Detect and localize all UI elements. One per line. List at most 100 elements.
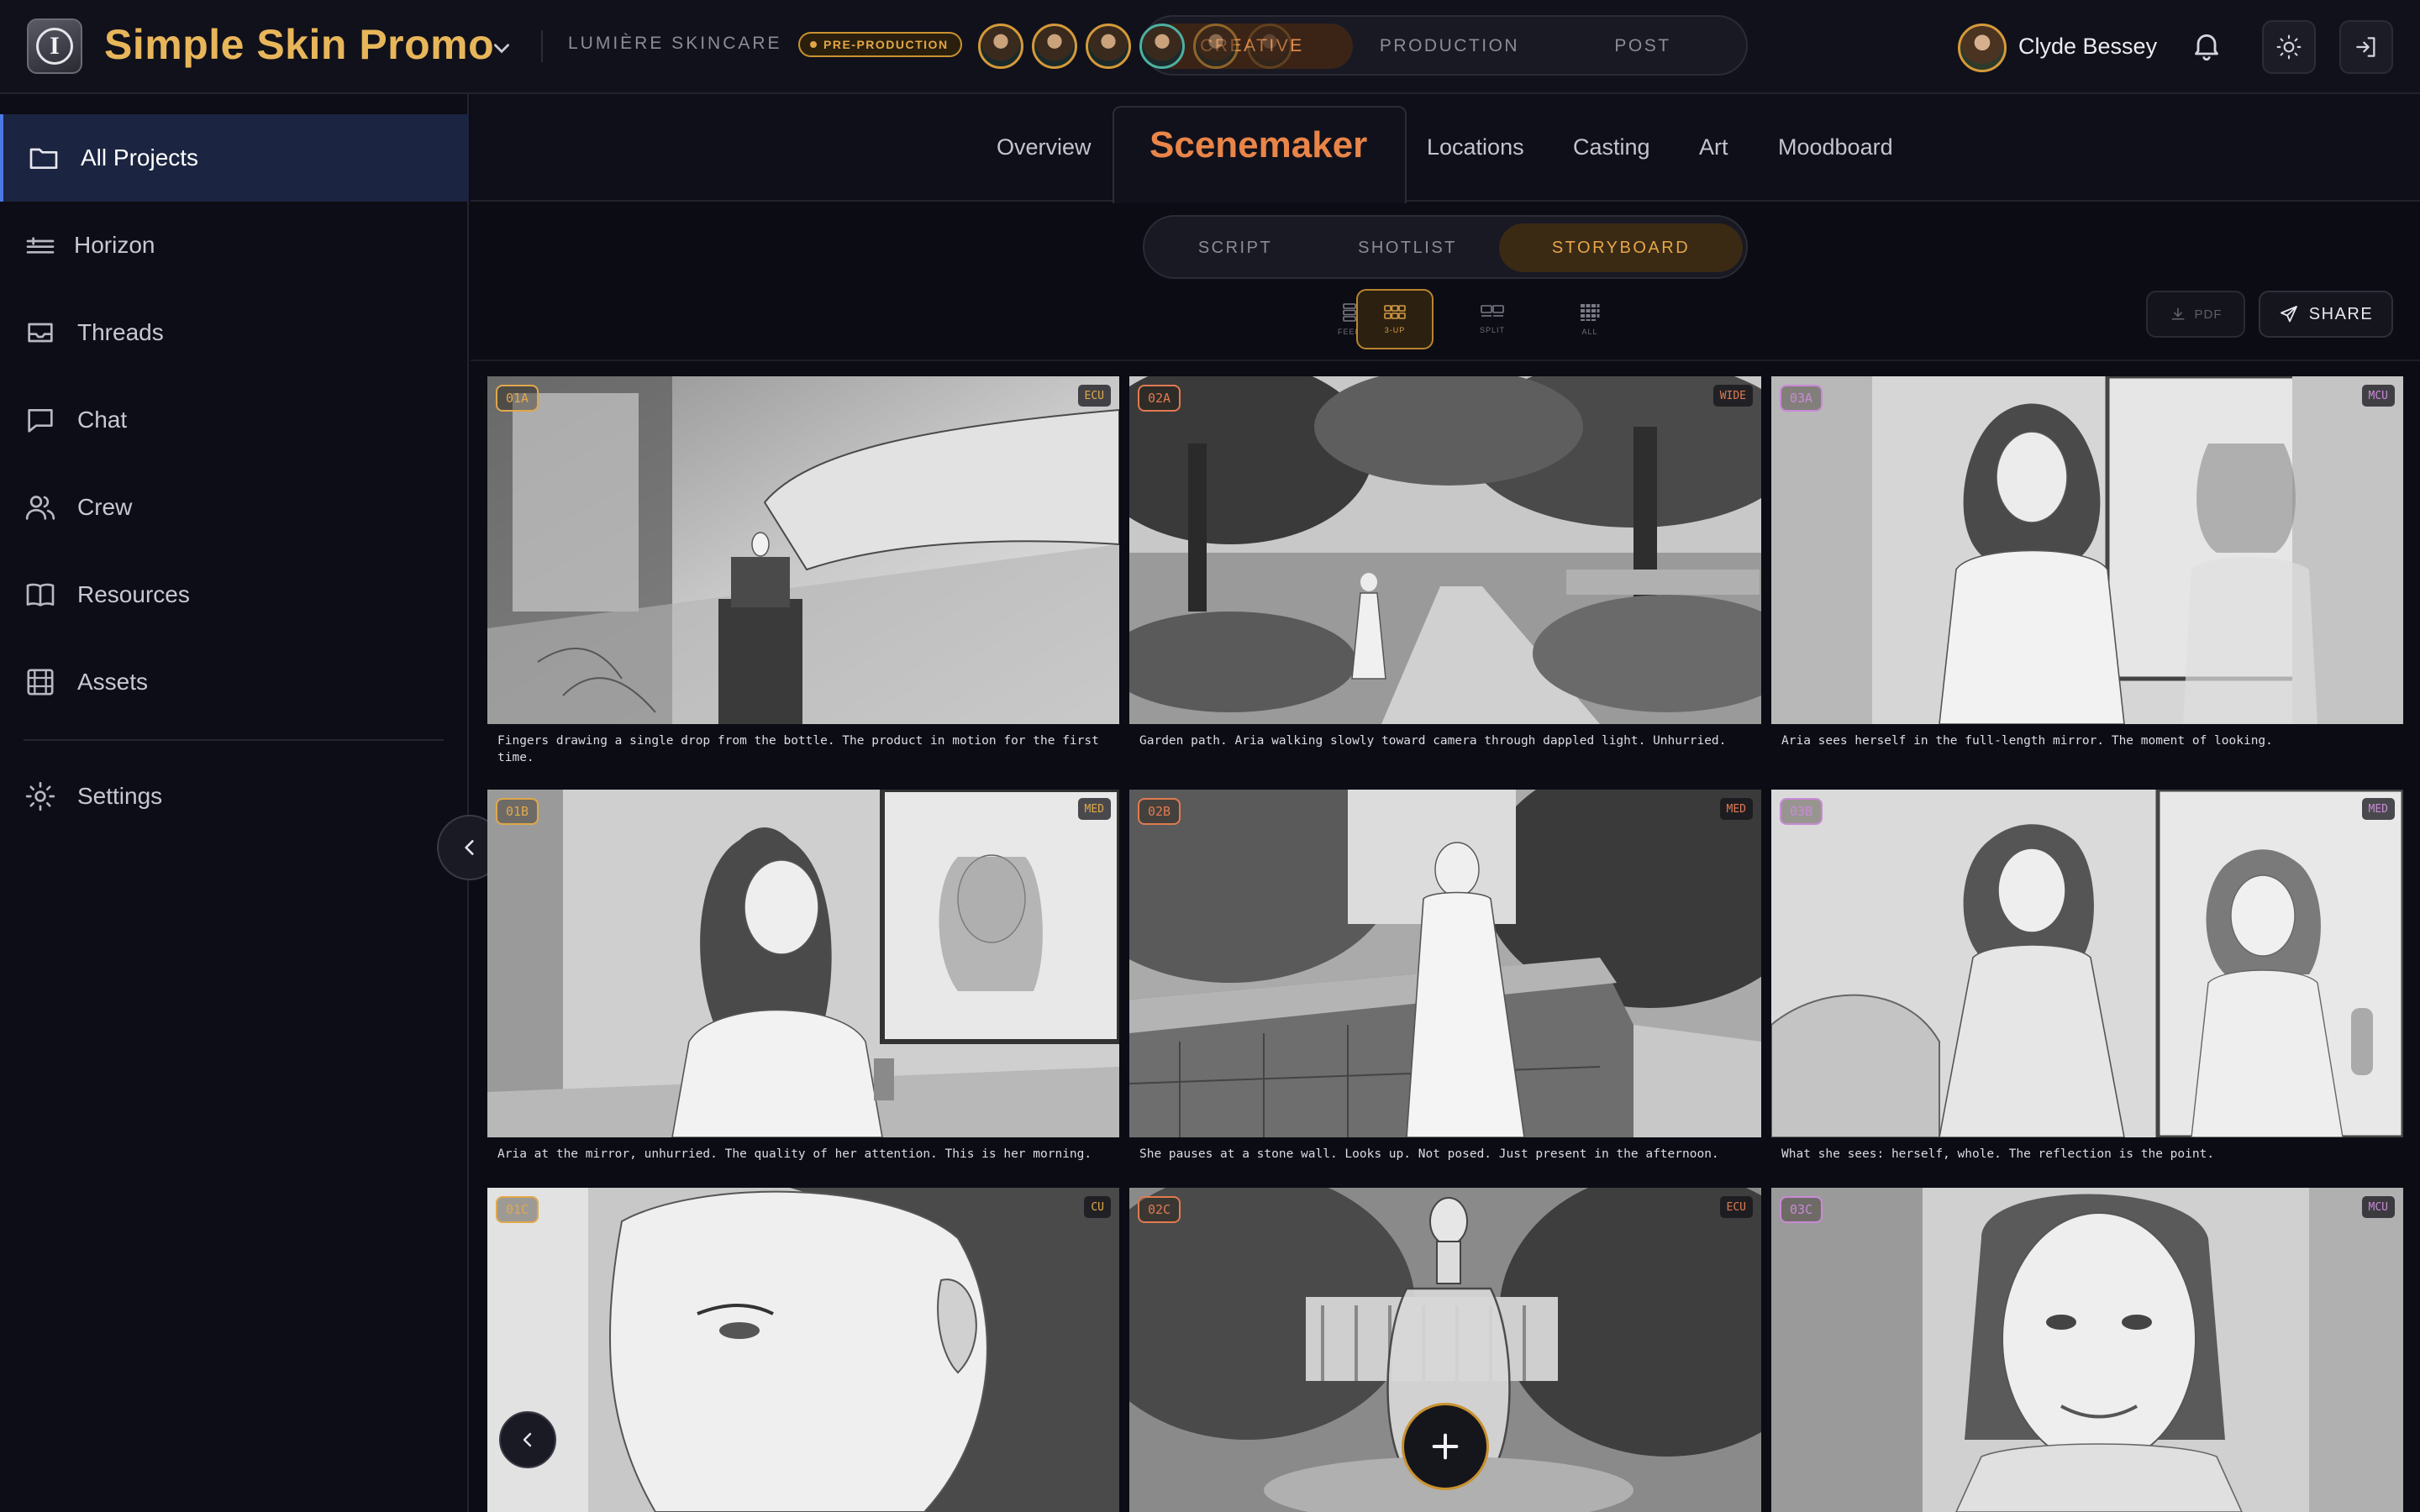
storyboard-card[interactable]: 01A ECU Fingers drawing a single drop fr… (487, 376, 1119, 766)
sign-in-icon (2356, 37, 2375, 57)
top-bar: I Simple Skin Promo LUMIÈRE SKINCARE PRE… (0, 0, 2420, 94)
storyboard-card[interactable]: 03B MED What she sees: herself, whole. T… (1771, 790, 2403, 1163)
shot-caption: What she sees: herself, whole. The refle… (1781, 1147, 2215, 1161)
user-name[interactable]: Clyde Bessey (2018, 34, 2157, 60)
sidebar-item-crew[interactable]: Crew (0, 464, 469, 551)
storyboard-frame[interactable]: 01B MED (487, 790, 1119, 1137)
theme-toggle-button[interactable] (2262, 20, 2316, 74)
phase-tab-production[interactable]: PRODUCTION (1353, 24, 1546, 69)
avatar[interactable] (978, 24, 1023, 69)
tab-moodboard[interactable]: Moodboard (1778, 134, 1893, 160)
avatar[interactable] (1247, 24, 1292, 69)
shot-caption: She pauses at a stone wall. Looks up. No… (1139, 1147, 1719, 1161)
stage-badge: PRE-PRODUCTION (798, 32, 962, 57)
sketch-mirror-seated (1771, 376, 2403, 724)
storyboard-frame[interactable]: 03B MED (1771, 790, 2403, 1137)
chat-bubble-icon (28, 409, 53, 433)
view-tab-storyboard[interactable]: STORYBOARD (1499, 223, 1743, 272)
tab-overview[interactable]: Overview (997, 134, 1092, 160)
shot-size-badge: MED (1077, 798, 1111, 820)
export-pdf-button[interactable]: PDF (2146, 291, 2245, 338)
add-shot-button[interactable] (1402, 1403, 1489, 1490)
sketch-aria-at-mirror (487, 790, 1119, 1137)
storyboard-frame[interactable]: 03C MCU (1771, 1188, 2403, 1512)
bell-icon[interactable] (2190, 29, 2223, 62)
shot-size-badge: MCU (2361, 385, 2395, 407)
tab-locations[interactable]: Locations (1427, 134, 1524, 160)
storyboard-card[interactable]: 03C MCU (1771, 1188, 2403, 1512)
shot-caption: Fingers drawing a single drop from the b… (497, 734, 1099, 764)
layout-all-button[interactable]: ALL (1551, 289, 1628, 349)
shot-number-badge: 02A (1138, 385, 1181, 412)
gear-icon (25, 781, 55, 811)
sidebar-item-label: All Projects (81, 144, 199, 171)
sketch-profile-closeup (487, 1188, 1119, 1512)
storyboard-frame[interactable]: 03A MCU (1771, 376, 2403, 724)
shot-size-badge: MCU (2361, 1196, 2395, 1218)
layout-split-button[interactable]: SPLIT (1454, 289, 1531, 349)
sidebar-divider (24, 739, 444, 741)
avatar[interactable] (1086, 24, 1131, 69)
three-up-layout-icon (1384, 305, 1406, 319)
shot-size-badge: ECU (1719, 1196, 1753, 1218)
shot-caption: Aria at the mirror, unhurried. The quali… (497, 1147, 1092, 1161)
phase-tab-post[interactable]: POST (1546, 24, 1739, 69)
sidebar-item-assets[interactable]: Assets (0, 638, 469, 726)
folder-icon (29, 148, 58, 169)
share-button[interactable]: SHARE (2259, 291, 2393, 338)
sidebar-item-all-projects[interactable]: All Projects (0, 114, 469, 202)
storyboard-frame[interactable]: 02B MED (1129, 790, 1761, 1137)
avatar[interactable] (1032, 24, 1077, 69)
sketch-stone-wall (1129, 790, 1761, 1137)
sketch-garden-path (1129, 376, 1761, 724)
inbox-icon (28, 323, 53, 343)
book-icon (26, 583, 55, 606)
sketch-hand-bottle (487, 376, 1119, 724)
storyboard-frame[interactable]: 01C CU (487, 1188, 1119, 1512)
shot-size-badge: MED (2361, 798, 2395, 820)
sidebar-item-label: Chat (77, 407, 128, 433)
storyboard-frame[interactable]: 01A ECU (487, 376, 1119, 724)
shot-size-badge: ECU (1077, 385, 1111, 407)
users-icon (25, 496, 55, 520)
send-icon (2280, 306, 2297, 323)
download-icon (2171, 307, 2184, 320)
shot-size-badge: WIDE (1712, 385, 1753, 407)
shot-size-badge: CU (1084, 1196, 1111, 1218)
chevron-down-icon[interactable] (491, 37, 513, 59)
sign-in-button[interactable] (2339, 20, 2393, 74)
sidebar-item-label: Settings (77, 783, 163, 809)
shot-number-badge: 03A (1780, 385, 1823, 412)
storyboard-card[interactable]: 01C CU (487, 1188, 1119, 1512)
tab-art[interactable]: Art (1699, 134, 1728, 160)
layout-3up-button[interactable]: 3-UP (1356, 289, 1434, 349)
user-avatar[interactable] (1958, 24, 2007, 72)
avatar[interactable] (1139, 24, 1185, 69)
project-title[interactable]: Simple Skin Promo (104, 20, 494, 69)
sidebar-item-threads[interactable]: Threads (0, 289, 469, 376)
storyboard-card[interactable]: 02B MED She pauses at a stone wall. Look… (1129, 790, 1761, 1163)
tab-casting[interactable]: Casting (1573, 134, 1650, 160)
storyboard-card[interactable]: 02A WIDE Garden path. Aria walking slowl… (1129, 376, 1761, 749)
sidebar-item-label: Horizon (74, 232, 155, 258)
app-logo[interactable]: I (27, 18, 82, 74)
previous-button[interactable] (499, 1411, 556, 1468)
shot-number-badge: 01B (496, 798, 539, 825)
view-tab-script[interactable]: SCRIPT (1151, 223, 1319, 272)
sidebar-item-resources[interactable]: Resources (0, 551, 469, 638)
sidebar-item-horizon[interactable]: Horizon (0, 202, 469, 289)
avatar[interactable] (1193, 24, 1239, 69)
sidebar-item-chat[interactable]: Chat (0, 376, 469, 464)
grid-all-icon (1581, 304, 1600, 321)
storyboard-card[interactable]: 03A MCU Aria sees herself in the full-le… (1771, 376, 2403, 749)
storyboard-card[interactable]: 01B MED Aria at the mirror, unhurried. T… (487, 790, 1119, 1163)
share-label: SHARE (2308, 304, 2374, 323)
pdf-label: PDF (2194, 307, 2223, 322)
sidebar-item-label: Crew (77, 494, 133, 520)
status-dot-icon (810, 41, 817, 48)
storyboard-frame[interactable]: 02A WIDE (1129, 376, 1761, 724)
split-layout-icon (1481, 305, 1504, 317)
view-tab-shotlist[interactable]: SHOTLIST (1319, 223, 1496, 272)
sidebar-item-settings[interactable]: Settings (0, 753, 469, 840)
tab-scenemaker[interactable]: Scenemaker (1150, 124, 1367, 166)
